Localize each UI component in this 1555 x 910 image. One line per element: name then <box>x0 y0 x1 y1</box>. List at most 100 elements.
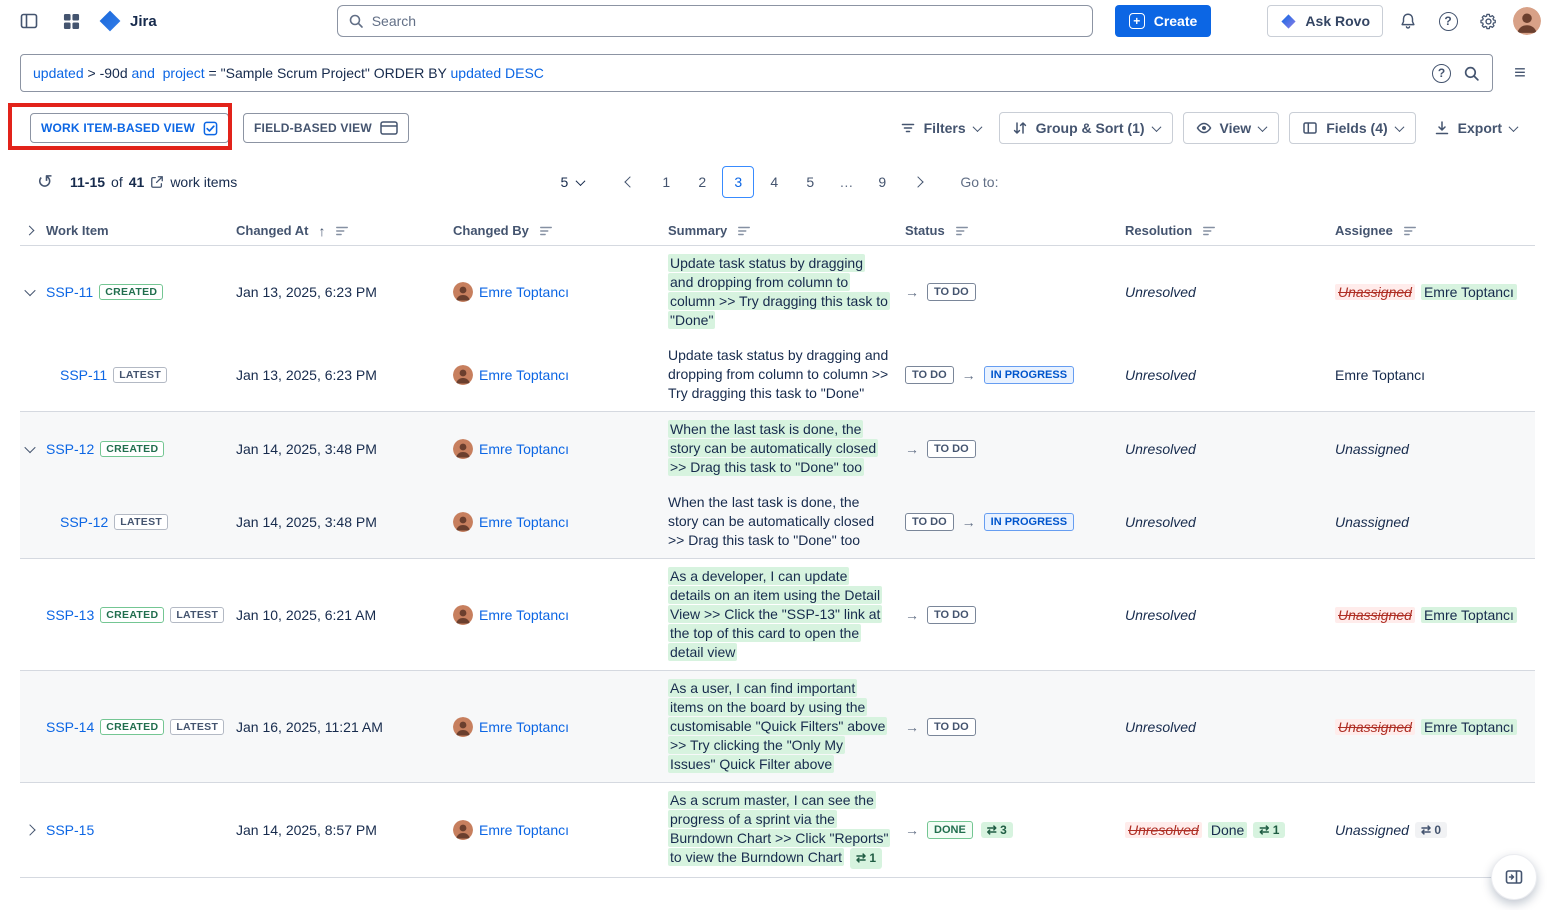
column-filter-icon[interactable] <box>539 224 553 238</box>
jql-segment: updated <box>33 65 84 81</box>
status-change-arrow: → <box>905 607 919 623</box>
page-button[interactable]: 3 <box>722 166 754 198</box>
field-view-button[interactable]: FIELD-BASED VIEW <box>243 113 409 143</box>
expand-all-chevron-icon[interactable] <box>25 226 35 236</box>
status-change-arrow: → <box>905 284 919 300</box>
changed-by-cell: Emre Toptancı <box>453 504 668 540</box>
expand-chevron-icon[interactable] <box>24 824 35 835</box>
summary-text: Update task status by dragging and dropp… <box>668 347 888 401</box>
prev-page-button[interactable] <box>614 166 646 198</box>
changed-by-link[interactable]: Emre Toptancı <box>479 607 569 623</box>
work-item-link[interactable]: SSP-13 <box>46 607 94 623</box>
status-cell: →TO DO <box>905 598 1125 632</box>
next-page-button[interactable] <box>902 166 934 198</box>
change-count-badge: ⇄ 0 <box>1415 822 1447 838</box>
collapse-chevron-icon[interactable] <box>24 441 35 452</box>
changed-by-cell: Emre Toptancı <box>453 597 668 633</box>
group-sort-button[interactable]: Group & Sort (1) <box>999 112 1173 144</box>
results-range: 11-15 <box>70 174 105 190</box>
revision-badge: CREATED <box>100 719 164 735</box>
collapse-chevron-icon[interactable] <box>24 285 35 296</box>
user-avatar <box>453 605 473 625</box>
user-avatar <box>453 365 473 385</box>
create-button[interactable]: + Create <box>1115 5 1212 37</box>
jira-home-link[interactable]: Jira <box>98 9 157 33</box>
work-item-view-button[interactable]: WORK ITEM-BASED VIEW <box>30 113 229 143</box>
column-header: Status <box>905 223 1125 238</box>
refresh-button[interactable]: ↺ <box>30 167 60 197</box>
changed-by-cell: Emre Toptancı <box>453 709 668 745</box>
resolution-text: Unresolved <box>1125 719 1196 735</box>
column-filter-icon[interactable] <box>1202 224 1216 238</box>
chevron-left-icon <box>625 176 636 187</box>
work-item-link[interactable]: SSP-14 <box>46 719 94 735</box>
export-button[interactable]: Export <box>1426 112 1525 144</box>
page-button[interactable]: 2 <box>686 166 718 198</box>
sidebar-toggle-icon[interactable] <box>14 6 44 36</box>
work-item-link[interactable]: SSP-12 <box>46 441 94 457</box>
changed-by-link[interactable]: Emre Toptancı <box>479 719 569 735</box>
jql-query-input[interactable]: updated > -90d and project = "Sample Scr… <box>20 54 1493 92</box>
page-list: 12345…9 <box>614 166 934 198</box>
view-button[interactable]: View <box>1183 112 1280 144</box>
page-button[interactable]: 9 <box>866 166 898 198</box>
status-lozenge: TO DO <box>927 283 976 301</box>
jql-search-icon[interactable] <box>1463 65 1480 82</box>
status-lozenge: TO DO <box>927 718 976 736</box>
revision-badge: CREATED <box>100 607 164 623</box>
jql-help-icon[interactable]: ? <box>1432 64 1451 83</box>
filters-label: Filters <box>924 120 966 136</box>
page-size-select[interactable]: 5 <box>557 168 589 196</box>
help-icon[interactable]: ? <box>1433 6 1463 36</box>
work-item-link[interactable]: SSP-12 <box>60 514 108 530</box>
changed-by-link[interactable]: Emre Toptancı <box>479 367 569 383</box>
ask-rovo-button[interactable]: Ask Rovo <box>1267 5 1383 37</box>
external-link-icon[interactable] <box>150 175 164 189</box>
resolution-cell: Unresolved <box>1125 711 1335 743</box>
column-filter-icon[interactable] <box>955 224 969 238</box>
query-menu-icon[interactable]: ≡ <box>1505 58 1535 88</box>
changed-by-link[interactable]: Emre Toptancı <box>479 822 569 838</box>
column-filter-icon[interactable] <box>335 224 349 238</box>
eye-icon <box>1196 120 1212 136</box>
assignee-cell: Unassigned <box>1335 433 1535 465</box>
global-search[interactable] <box>337 5 1093 37</box>
page-button[interactable]: 1 <box>650 166 682 198</box>
sort-ascending-icon[interactable]: ↑ <box>318 223 325 239</box>
jql-segment: = <box>205 65 221 81</box>
query-bar-row: updated > -90d and project = "Sample Scr… <box>20 54 1535 92</box>
notifications-bell-icon[interactable] <box>1393 6 1423 36</box>
pagination-pages: 12345…9 <box>650 166 898 198</box>
jql-segment: > <box>84 65 100 81</box>
table-row: SSP-13CREATEDLATESTJan 10, 2025, 6:21 AM… <box>20 558 1535 670</box>
revision-badge: LATEST <box>114 514 168 530</box>
page-button[interactable]: 5 <box>794 166 826 198</box>
jira-logo-icon <box>98 9 122 33</box>
fields-button[interactable]: Fields (4) <box>1289 112 1415 144</box>
resolution-text: Unresolved <box>1125 367 1196 383</box>
changed-by-link[interactable]: Emre Toptancı <box>479 284 569 300</box>
resolution-text: Unresolved <box>1125 514 1196 530</box>
filters-button[interactable]: Filters <box>892 112 989 144</box>
search-input[interactable] <box>372 13 1082 29</box>
assignee-added: Emre Toptancı <box>1421 719 1517 735</box>
work-item-link[interactable]: SSP-11 <box>46 284 93 300</box>
changed-by-link[interactable]: Emre Toptancı <box>479 514 569 530</box>
profile-avatar[interactable] <box>1513 7 1541 35</box>
fields-label: Fields (4) <box>1326 120 1387 136</box>
side-panel-toggle-button[interactable] <box>1491 854 1537 900</box>
settings-gear-icon[interactable] <box>1473 6 1503 36</box>
user-avatar <box>453 717 473 737</box>
column-filter-icon[interactable] <box>737 224 751 238</box>
page-button[interactable]: 4 <box>758 166 790 198</box>
ask-rovo-label: Ask Rovo <box>1305 13 1370 29</box>
work-item-link[interactable]: SSP-11 <box>60 367 107 383</box>
summary-text: When the last task is done, the story ca… <box>668 420 878 476</box>
work-item-link[interactable]: SSP-15 <box>46 822 94 838</box>
changed-by-link[interactable]: Emre Toptancı <box>479 441 569 457</box>
app-switcher-icon[interactable] <box>56 6 86 36</box>
table-row: SSP-11CREATEDJan 13, 2025, 6:23 PMEmre T… <box>20 246 1535 338</box>
column-filter-icon[interactable] <box>1403 224 1417 238</box>
summary-text: As a developer, I can update details on … <box>668 567 882 661</box>
assignee-text: Unassigned <box>1335 514 1409 530</box>
